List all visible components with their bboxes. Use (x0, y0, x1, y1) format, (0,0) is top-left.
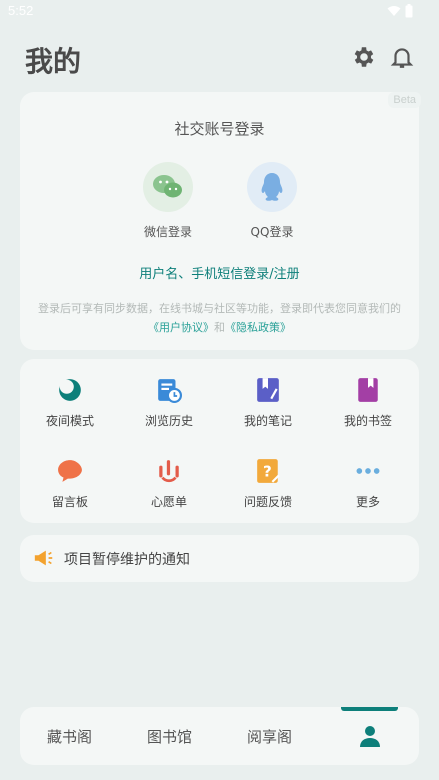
feedback-button[interactable]: ? 问题反馈 (220, 458, 316, 510)
bell-icon (390, 48, 414, 68)
browse-history-button[interactable]: 浏览历史 (121, 377, 217, 429)
user-agreement-link[interactable]: 《用户协议》 (148, 321, 214, 334)
wechat-login-label: 微信登录 (143, 225, 192, 239)
notifications-button[interactable] (389, 44, 415, 70)
qq-login-label: QQ登录 (250, 225, 294, 239)
page-title: 我的 (25, 45, 82, 78)
my-bookmarks-button[interactable]: 我的书签 (320, 377, 416, 429)
svg-text:?: ? (263, 462, 272, 480)
login-card: Beta 社交账号登录 微信登录 QQ登录 用户名、手机短信登录/注册 登录后可… (20, 92, 421, 350)
qq-icon (261, 173, 283, 201)
tab-profile[interactable] (320, 707, 419, 765)
qq-icon-circle (247, 162, 297, 212)
username-sms-login-link[interactable]: 用户名、手机短信登录/注册 (20, 263, 419, 282)
tab-collection[interactable]: 藏书阁 (20, 707, 119, 765)
login-notice: 登录后可享有同步数据，在线书城与社区等功能，登录即代表您同意我们的《用户协议》和… (34, 299, 405, 337)
tab-label: 阅享阁 (246, 727, 292, 746)
wifi-icon (387, 6, 401, 16)
feature-label: 浏览历史 (144, 414, 193, 428)
notes-icon (257, 378, 279, 402)
status-time: 5:52 (8, 3, 34, 18)
more-button[interactable]: 更多 (320, 458, 416, 510)
feature-label: 我的书签 (343, 414, 392, 428)
social-login-title: 社交账号登录 (174, 120, 265, 138)
battery-icon (405, 4, 413, 18)
feature-label: 夜间模式 (45, 414, 94, 428)
person-icon (359, 726, 380, 747)
feature-label: 更多 (355, 495, 380, 509)
night-mode-button[interactable]: 夜间模式 (22, 377, 118, 429)
login-notice-text: 登录后可享有同步数据，在线书城与社区等功能，登录即代表您同意我们的 (38, 302, 401, 315)
announcement-item[interactable]: 项目暂停维护的通知 (20, 535, 419, 582)
wishlist-button[interactable]: 心愿单 (121, 458, 217, 510)
announcement-text: 项目暂停维护的通知 (64, 552, 190, 568)
wishlist-icon (159, 460, 179, 483)
feedback-icon: ? (257, 459, 280, 483)
notice-and: 和 (214, 321, 225, 334)
feature-label: 问题反馈 (243, 495, 292, 509)
message-board-icon (58, 460, 82, 482)
status-bar: 5:52 (0, 0, 439, 24)
beta-badge: Beta (388, 92, 421, 108)
settings-button[interactable] (351, 44, 377, 70)
privacy-policy-link[interactable]: 《隐私政策》 (225, 321, 291, 334)
status-icons (387, 4, 413, 18)
tab-label: 藏书阁 (46, 727, 92, 746)
tab-label: 图书馆 (146, 727, 192, 746)
feature-label: 心愿单 (150, 495, 187, 509)
tab-reading[interactable]: 阅享阁 (220, 707, 319, 765)
message-board-button[interactable]: 留言板 (22, 458, 118, 510)
feature-label: 留言板 (51, 495, 88, 509)
feature-grid: 夜间模式 浏览历史 我的笔记 我的书签 留言板 心愿单 ? 问题反馈 更多 (20, 359, 419, 523)
wechat-icon-circle (143, 162, 193, 212)
my-notes-button[interactable]: 我的笔记 (220, 377, 316, 429)
qq-login-button[interactable]: QQ登录 (227, 162, 317, 240)
wechat-icon (153, 175, 182, 198)
feature-label: 我的笔记 (243, 414, 292, 428)
bottom-tab-bar: 藏书阁 图书馆 阅享阁 (20, 707, 419, 765)
more-icon (356, 468, 380, 474)
moon-icon (59, 379, 81, 401)
wechat-login-button[interactable]: 微信登录 (123, 162, 213, 240)
gear-icon (354, 47, 374, 67)
megaphone-icon (34, 550, 53, 566)
bookmark-icon (358, 378, 378, 402)
history-icon (158, 379, 182, 403)
tab-library[interactable]: 图书馆 (120, 707, 219, 765)
